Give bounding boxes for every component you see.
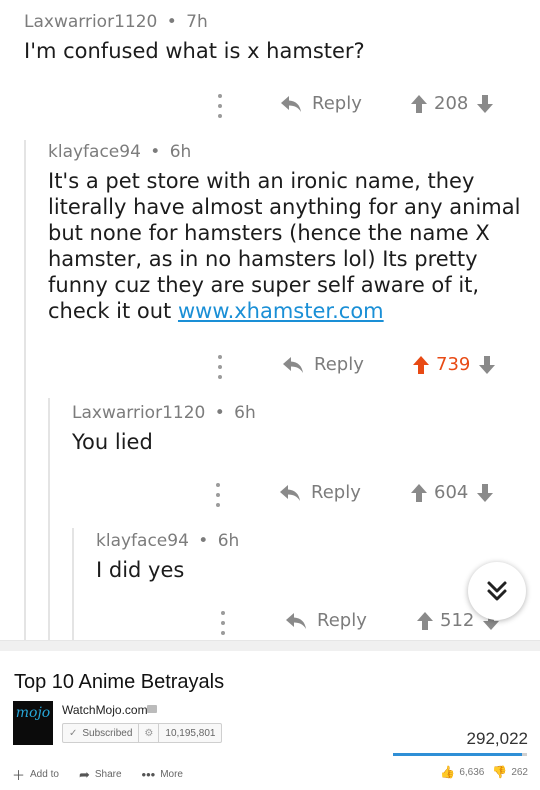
checkmark-icon: ✓ (69, 727, 78, 739)
reply-arrow-icon (286, 612, 306, 629)
score: 208 (434, 93, 469, 114)
score: 739 (436, 354, 471, 375)
thread-line-level-1 (24, 140, 26, 640)
meta-separator: • (150, 142, 161, 162)
video-title: Top 10 Anime Betrayals (14, 671, 225, 693)
comment-body-line: literally have almost anything for any a… (48, 195, 521, 219)
add-to-label: Add to (30, 769, 59, 780)
more-button[interactable]: ••• More (142, 767, 183, 782)
downvote-arrow-icon[interactable] (476, 483, 494, 503)
upvote-arrow-icon[interactable] (412, 355, 430, 375)
more-options-icon[interactable] (216, 611, 230, 635)
comment-body-line: hamster, as in no hamsters lol) Its pret… (48, 247, 478, 271)
share-label: Share (94, 769, 122, 780)
like-ratio-fill (393, 753, 522, 756)
comment-body-text: check it out (48, 299, 178, 323)
like-count: 6,636 (459, 766, 485, 778)
subscribed-button[interactable]: ✓ Subscribed (63, 724, 140, 742)
score: 604 (434, 482, 469, 503)
meta-separator: • (166, 12, 177, 32)
reply-button[interactable]: Reply (285, 610, 367, 631)
meta-separator: • (198, 531, 209, 551)
comment-body-line: It's a pet store with an ironic name, th… (48, 169, 475, 193)
more-icon: ••• (141, 767, 156, 782)
comment-body: You lied (72, 430, 153, 454)
reply-arrow-icon (281, 95, 301, 112)
subscribe-widget: ✓ Subscribed ⚙ 10,195,801 (62, 723, 223, 743)
reply-button[interactable]: Reply (282, 354, 364, 375)
comment-author[interactable]: Laxwarrior1120 (72, 403, 205, 423)
comment-author[interactable]: klayface94 (48, 142, 141, 162)
more-label: More (160, 769, 183, 780)
comment-thread: Laxwarrior1120 • 7h I'm confused what is… (0, 0, 540, 640)
reply-button[interactable]: Reply (279, 482, 361, 503)
comment-body-line: funny cuz they are super self aware of i… (48, 273, 480, 297)
comment: klayface94 • 6h I did yes (96, 531, 239, 583)
comment: Laxwarrior1120 • 6h You lied (72, 403, 256, 455)
reply-label: Reply (317, 610, 367, 631)
subscribed-label: Subscribed (82, 727, 133, 739)
comment-age: 6h (217, 531, 240, 551)
verified-badge-icon (147, 705, 157, 713)
notification-gear-icon[interactable]: ⚙ (139, 724, 160, 742)
meta-separator: • (214, 403, 225, 423)
reply-arrow-icon (280, 484, 300, 501)
reply-button[interactable]: Reply (280, 93, 362, 114)
more-options-icon[interactable] (211, 483, 225, 507)
comment-age: 7h (186, 12, 208, 32)
subscriber-count: 10,195,801 (165, 727, 216, 739)
video-info-panel: Top 10 Anime Betrayals mojo WatchMojo.co… (0, 640, 540, 790)
share-icon: ➦ (78, 766, 90, 782)
comment-author[interactable]: klayface94 (96, 531, 189, 551)
comment-meta: klayface94 • 6h (48, 142, 528, 162)
share-button[interactable]: ➦ Share (79, 767, 122, 783)
upvote-arrow-icon[interactable] (410, 94, 428, 114)
comment-body-line: but none for hamsters (hence the name X (48, 221, 490, 245)
reply-arrow-icon (283, 356, 303, 373)
comment-body: It's a pet store with an ironic name, th… (48, 168, 528, 324)
reply-label: Reply (312, 93, 362, 114)
score: 512 (440, 610, 475, 631)
comment-link[interactable]: www.xhamster.com (178, 299, 384, 323)
comment-meta: Laxwarrior1120 • 6h (72, 403, 256, 423)
like-ratio-bar (393, 753, 527, 756)
jump-to-next-button[interactable] (468, 562, 526, 620)
dislike-count: 262 (511, 766, 528, 778)
channel-logo-text: mojo (15, 705, 51, 721)
comment-body-line: check it out www.xhamster.com (48, 298, 528, 324)
vote-controls: 739 (412, 354, 496, 375)
double-chevron-down-icon (487, 581, 507, 601)
comment-author[interactable]: Laxwarrior1120 (24, 12, 157, 32)
more-options-icon[interactable] (213, 355, 227, 379)
channel-name[interactable]: WatchMojo.com (62, 703, 148, 717)
reply-label: Reply (314, 354, 364, 375)
comment-body: I'm confused what is x hamster? (24, 39, 365, 63)
rating-controls: 👍 6,636 👎 262 (432, 765, 528, 779)
comment-age: 6h (234, 403, 256, 423)
downvote-arrow-icon[interactable] (476, 94, 494, 114)
downvote-arrow-icon[interactable] (478, 355, 496, 375)
channel-avatar[interactable]: mojo (13, 701, 53, 745)
comment: klayface94 • 6h It's a pet store with an… (48, 142, 528, 324)
reply-label: Reply (311, 482, 361, 503)
thread-line-level-3 (72, 528, 74, 640)
comment: Laxwarrior1120 • 7h I'm confused what is… (24, 12, 365, 64)
comment-body: I did yes (96, 558, 185, 582)
thread-line-level-2 (48, 398, 50, 640)
upvote-arrow-icon[interactable] (410, 483, 428, 503)
panel-divider (0, 641, 540, 651)
upvote-arrow-icon[interactable] (416, 611, 434, 631)
dislike-icon[interactable]: 👎 (492, 765, 507, 779)
comment-meta: klayface94 • 6h (96, 531, 239, 551)
comment-age: 6h (169, 142, 192, 162)
like-icon[interactable]: 👍 (440, 765, 455, 779)
vote-controls: 604 (410, 482, 494, 503)
plus-icon: ＋ (12, 768, 26, 783)
add-to-button[interactable]: ＋ Add to (12, 765, 59, 784)
view-count: 292,022 (466, 729, 528, 748)
comment-meta: Laxwarrior1120 • 7h (24, 12, 365, 32)
vote-controls: 208 (410, 93, 494, 114)
more-options-icon[interactable] (213, 94, 227, 118)
video-actions: ＋ Add to ➦ Share ••• More (12, 765, 203, 784)
